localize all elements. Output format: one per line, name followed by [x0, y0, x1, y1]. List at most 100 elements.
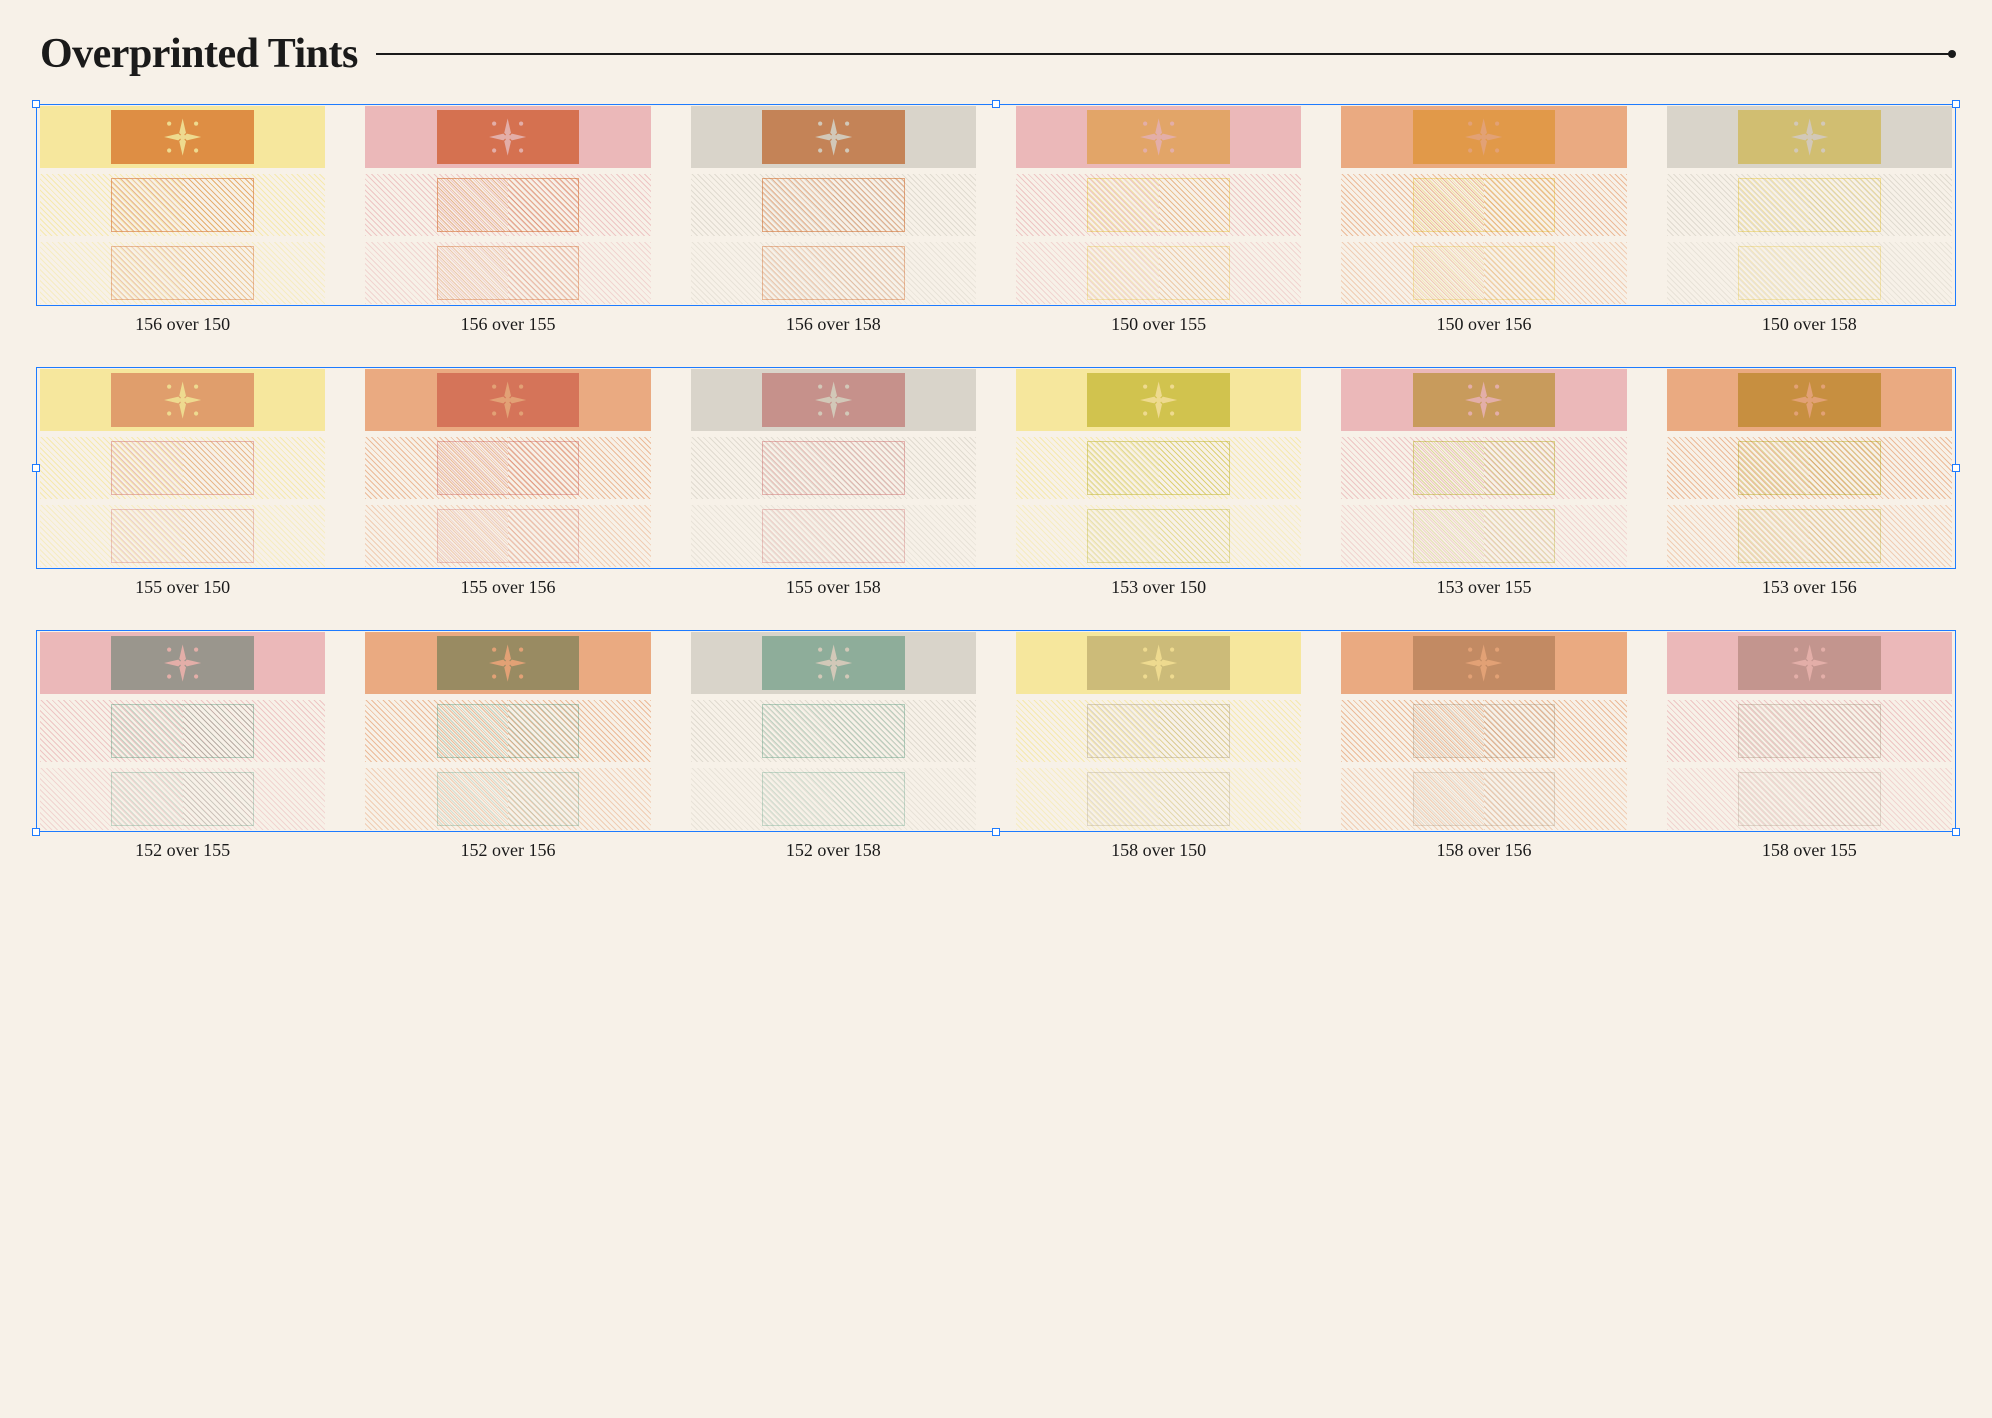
swatch-label: 155 over 158 [786, 577, 881, 598]
swatch-cell[interactable]: 158 over 155 [1667, 632, 1952, 861]
title-rule [376, 53, 1952, 55]
swatch-motif-icon [1103, 379, 1214, 421]
over-ink [1087, 509, 1230, 563]
swatch-row [691, 505, 976, 567]
swatch-row [1667, 106, 1952, 168]
over-ink [111, 772, 254, 826]
over-ink [762, 772, 905, 826]
over-ink [1738, 373, 1881, 427]
swatch-cell[interactable]: 156 over 150 [40, 106, 325, 335]
swatch-row [691, 106, 976, 168]
swatch-cell[interactable]: 158 over 150 [1016, 632, 1301, 861]
swatch-row [40, 106, 325, 168]
swatch-label: 156 over 158 [786, 314, 881, 335]
swatch-motif-icon [127, 379, 238, 421]
over-ink [762, 110, 905, 164]
swatch-grid: 156 over 150 156 over 155 156 over 158 [40, 106, 1952, 861]
swatch-cell[interactable]: 155 over 158 [691, 369, 976, 598]
over-ink [1087, 636, 1230, 690]
swatch-row [40, 437, 325, 499]
motif [111, 373, 254, 427]
swatch-cell[interactable]: 158 over 156 [1341, 632, 1626, 861]
over-ink [1087, 373, 1230, 427]
over-ink [437, 509, 580, 563]
swatch-motif-icon [1428, 379, 1539, 421]
over-ink [1087, 110, 1230, 164]
swatch-motif-icon [452, 379, 563, 421]
over-ink [1413, 178, 1556, 232]
swatch-row [1016, 369, 1301, 431]
swatch-rows [40, 369, 325, 567]
over-ink [437, 373, 580, 427]
over-ink [1413, 704, 1556, 758]
selection-handle[interactable] [1952, 828, 1960, 836]
swatch-label: 153 over 156 [1762, 577, 1857, 598]
swatch-motif-icon [127, 642, 238, 684]
swatch-cell[interactable]: 152 over 155 [40, 632, 325, 861]
swatch-row [1667, 369, 1952, 431]
over-ink [1738, 704, 1881, 758]
over-ink [1087, 441, 1230, 495]
swatch-row [1341, 106, 1626, 168]
swatch-row [1341, 700, 1626, 762]
swatch-rows [40, 106, 325, 304]
swatch-row [1016, 106, 1301, 168]
swatch-rows [1667, 369, 1952, 567]
motif [1738, 110, 1881, 164]
swatch-motif-icon [452, 642, 563, 684]
swatch-motif-icon [778, 379, 889, 421]
swatch-motif-icon [1754, 379, 1865, 421]
swatch-cell[interactable]: 153 over 155 [1341, 369, 1626, 598]
swatch-cell[interactable]: 152 over 158 [691, 632, 976, 861]
over-ink [1087, 772, 1230, 826]
swatch-row [691, 632, 976, 694]
motif [1087, 373, 1230, 427]
swatch-row [40, 369, 325, 431]
selection-handle[interactable] [1952, 464, 1960, 472]
swatch-row [365, 632, 650, 694]
swatch-row [1016, 768, 1301, 830]
over-ink [111, 636, 254, 690]
swatch-cell[interactable]: 156 over 155 [365, 106, 650, 335]
swatch-label: 155 over 156 [461, 577, 556, 598]
swatch-cell[interactable]: 155 over 150 [40, 369, 325, 598]
swatch-rows [1341, 632, 1626, 830]
swatch-rows [365, 106, 650, 304]
over-ink [437, 110, 580, 164]
swatch-rows [691, 369, 976, 567]
over-ink [437, 441, 580, 495]
selection-handle[interactable] [1952, 100, 1960, 108]
over-ink [1087, 246, 1230, 300]
motif [762, 373, 905, 427]
motif [437, 373, 580, 427]
swatch-motif-icon [1754, 116, 1865, 158]
swatch-cell[interactable]: 155 over 156 [365, 369, 650, 598]
swatch-rows [691, 632, 976, 830]
swatch-label: 153 over 155 [1437, 577, 1532, 598]
swatch-cell[interactable]: 156 over 158 [691, 106, 976, 335]
swatch-row [40, 242, 325, 304]
over-ink [1738, 772, 1881, 826]
over-ink [762, 441, 905, 495]
over-ink [1413, 110, 1556, 164]
swatch-row [1341, 369, 1626, 431]
swatch-cell[interactable]: 150 over 156 [1341, 106, 1626, 335]
over-ink [1738, 246, 1881, 300]
selection-handle[interactable] [32, 464, 40, 472]
swatch-cell[interactable]: 150 over 155 [1016, 106, 1301, 335]
motif [1738, 373, 1881, 427]
selection-handle[interactable] [32, 100, 40, 108]
swatch-row [40, 505, 325, 567]
swatch-cell[interactable]: 153 over 150 [1016, 369, 1301, 598]
over-ink [1413, 509, 1556, 563]
swatch-cell[interactable]: 153 over 156 [1667, 369, 1952, 598]
swatch-motif-icon [1428, 642, 1539, 684]
swatch-row [691, 437, 976, 499]
swatch-cell[interactable]: 150 over 158 [1667, 106, 1952, 335]
swatch-row [365, 106, 650, 168]
swatch-cell[interactable]: 152 over 156 [365, 632, 650, 861]
over-ink [1738, 509, 1881, 563]
swatch-motif-icon [1754, 642, 1865, 684]
selection-handle[interactable] [32, 828, 40, 836]
over-ink [762, 178, 905, 232]
